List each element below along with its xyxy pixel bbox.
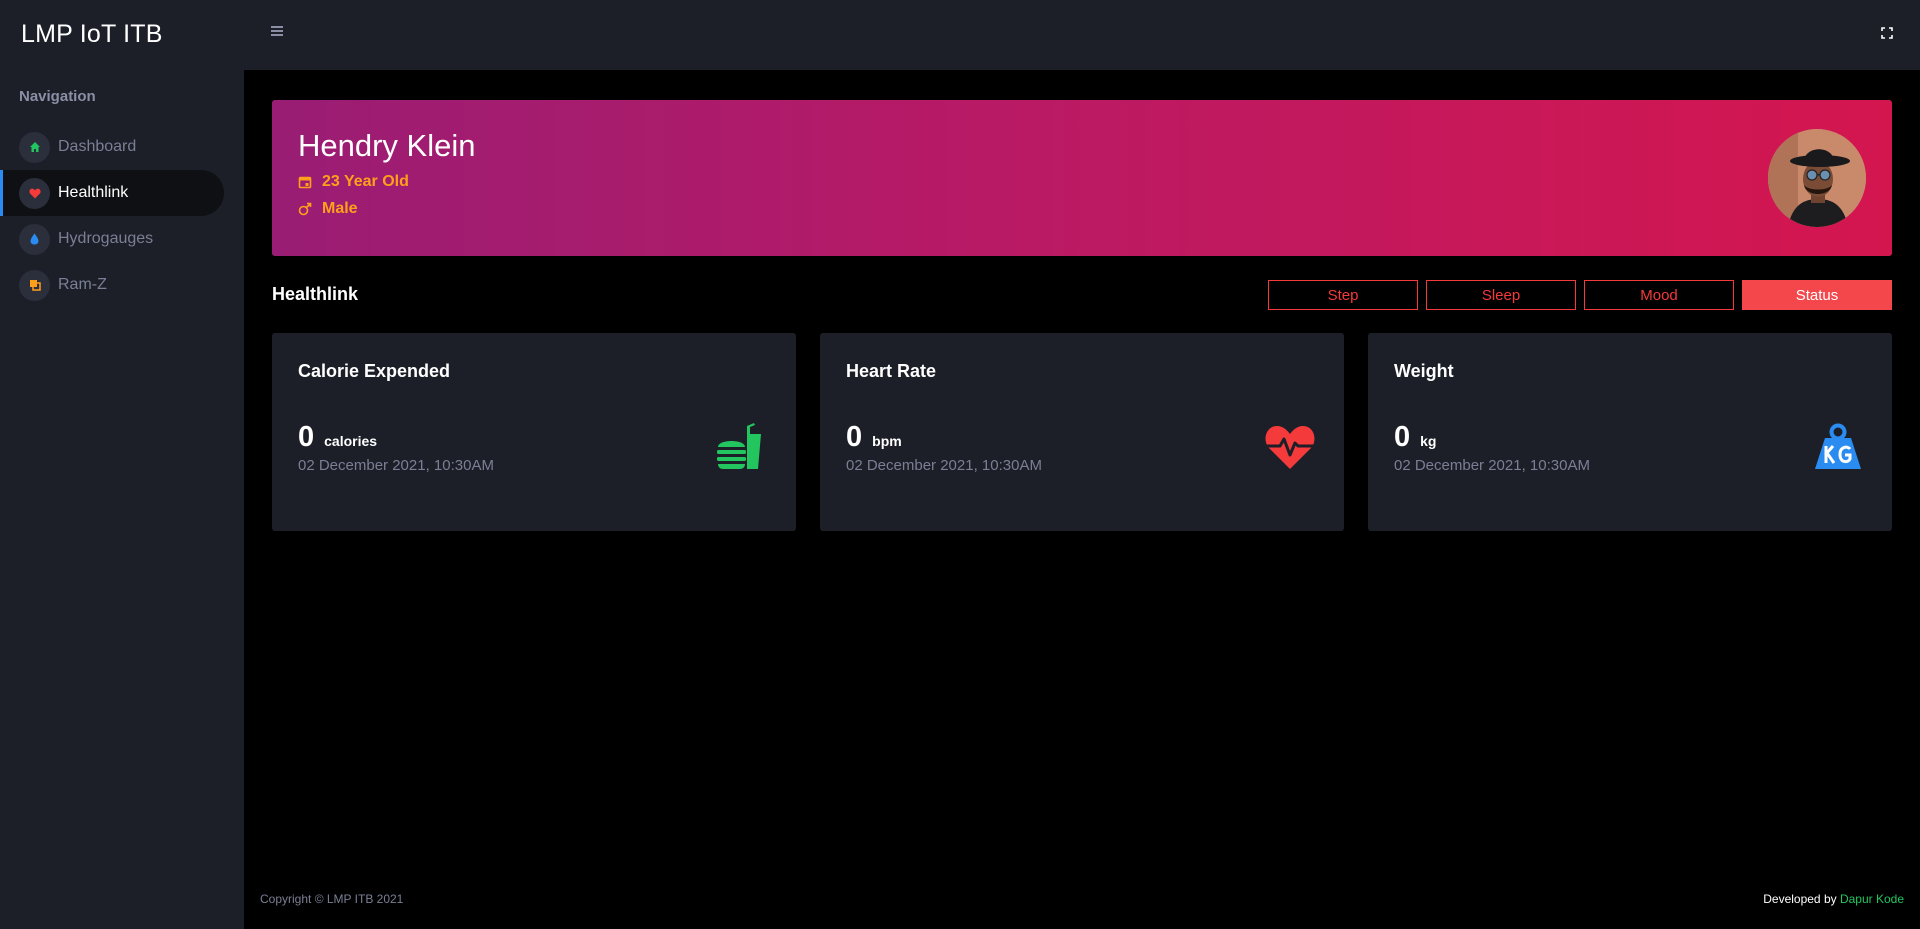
card-value: 0 kg (1394, 421, 1436, 454)
card-value-number: 0 (1394, 421, 1411, 453)
sidebar-item-label: Ram-Z (58, 276, 107, 293)
fastfood-icon (717, 423, 761, 469)
developer-link[interactable]: Dapur Kode (1840, 892, 1904, 906)
card-value-unit: kg (1420, 433, 1437, 449)
sidebar: LMP IoT ITB Navigation Dashboard Healthl… (0, 0, 244, 929)
copyright-text: Copyright © LMP ITB 2021 (260, 892, 404, 906)
card-value-unit: bpm (872, 433, 902, 449)
user-name: Hendry Klein (298, 128, 476, 163)
sidebar-item-ram-z[interactable]: Ram-Z (0, 262, 224, 308)
male-icon (298, 202, 312, 216)
brand-title[interactable]: LMP IoT ITB (21, 20, 163, 49)
sidebar-item-label: Healthlink (58, 184, 129, 201)
card-value: 0 bpm (846, 421, 902, 454)
card-date: 02 December 2021, 10:30AM (1394, 457, 1590, 474)
developed-by-label: Developed by (1763, 892, 1840, 906)
weight-kg-icon (1815, 423, 1861, 469)
sidebar-item-hydrogauges[interactable]: Hydrogauges (0, 216, 224, 262)
weight-card: Weight 0 kg 02 December 2021, 10:30AM (1368, 333, 1892, 531)
user-gender-row: Male (298, 200, 358, 218)
tab-mood[interactable]: Mood (1584, 280, 1734, 310)
tab-sleep[interactable]: Sleep (1426, 280, 1576, 310)
home-icon (19, 131, 50, 163)
calendar-icon (298, 176, 312, 189)
card-value: 0 calories (298, 421, 377, 454)
card-date: 02 December 2021, 10:30AM (298, 457, 494, 474)
user-gender: Male (322, 200, 358, 217)
profile-banner: Hendry Klein 23 Year Old Male (272, 100, 1892, 256)
layers-icon (19, 269, 50, 301)
heart-pulse-icon (1265, 426, 1315, 469)
card-title: Heart Rate (846, 361, 937, 381)
calorie-card: Calorie Expended 0 calories 02 December … (272, 333, 796, 531)
tab-step[interactable]: Step (1268, 280, 1418, 310)
card-value-unit: calories (324, 433, 378, 449)
user-age: 23 Year Old (322, 173, 409, 190)
avatar (1768, 129, 1866, 227)
card-value-number: 0 (298, 421, 315, 453)
sidebar-item-healthlink[interactable]: Healthlink (0, 170, 224, 216)
sidebar-item-dashboard[interactable]: Dashboard (0, 124, 224, 170)
menu-toggle-icon[interactable] (271, 26, 283, 38)
section-title: Healthlink (272, 284, 359, 304)
topbar (244, 0, 1920, 70)
sidebar-item-label: Dashboard (58, 138, 137, 155)
heart-icon (19, 177, 50, 209)
water-drop-icon (19, 223, 50, 255)
sidebar-item-label: Hydrogauges (58, 230, 154, 247)
card-title: Weight (1394, 361, 1454, 381)
heart-rate-card: Heart Rate 0 bpm 02 December 2021, 10:30… (820, 333, 1344, 531)
nav-heading: Navigation (19, 88, 96, 105)
user-age-row: 23 Year Old (298, 173, 409, 191)
tab-status[interactable]: Status (1742, 280, 1892, 310)
fullscreen-icon[interactable] (1881, 26, 1893, 39)
card-title: Calorie Expended (298, 361, 451, 381)
card-date: 02 December 2021, 10:30AM (846, 457, 1042, 474)
developer-credit: Developed by Dapur Kode (1763, 892, 1904, 906)
card-value-number: 0 (846, 421, 863, 453)
